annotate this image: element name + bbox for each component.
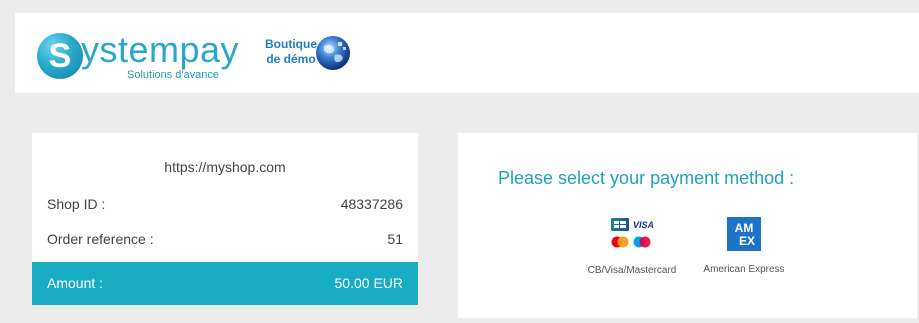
payment-method-panel: Please select your payment method : VISA bbox=[458, 133, 917, 318]
svg-text:EX: EX bbox=[739, 234, 755, 248]
systempay-logo: S ystempay Solutions d'avance bbox=[37, 27, 257, 83]
american-express-option[interactable]: AM EX American Express bbox=[696, 216, 792, 275]
logo-wordmark: ystempay bbox=[81, 29, 240, 70]
order-reference-label: Order reference : bbox=[47, 231, 154, 247]
cb-visa-mastercard-label: CB/Visa/Mastercard bbox=[587, 265, 677, 276]
amount-bar: Amount : 50.00 EUR bbox=[32, 262, 418, 305]
svg-text:VISA: VISA bbox=[633, 220, 654, 230]
cb-visa-mastercard-option[interactable]: VISA CB/Visa/Mastercard bbox=[580, 216, 684, 276]
svg-text:AM: AM bbox=[735, 221, 754, 235]
payment-method-title: Please select your payment method : bbox=[498, 168, 795, 188]
amount-label: Amount : bbox=[47, 275, 104, 291]
header: S ystempay Solutions d'avance Boutique d… bbox=[15, 13, 919, 93]
logo-tagline: Solutions d'avance bbox=[127, 69, 219, 81]
globe-icon bbox=[316, 36, 350, 70]
order-summary-panel: https://myshop.com Shop ID : 48337286 Or… bbox=[32, 133, 418, 305]
shop-badge-line1: Boutique bbox=[265, 37, 317, 51]
shop-badge: Boutique de démo bbox=[261, 37, 321, 67]
shop-id-row: Shop ID : 48337286 bbox=[47, 196, 403, 216]
american-express-label: American Express bbox=[703, 264, 785, 275]
logo-circle: S bbox=[37, 33, 83, 79]
order-reference-value: 51 bbox=[387, 231, 403, 247]
cb-visa-mastercard-icon: VISA bbox=[611, 218, 654, 248]
amex-icon: AM EX bbox=[727, 217, 761, 251]
shop-url: https://myshop.com bbox=[164, 159, 286, 175]
shop-badge-line2: de démo bbox=[266, 52, 316, 66]
shop-id-value: 48337286 bbox=[340, 196, 403, 212]
shop-id-label: Shop ID : bbox=[47, 196, 106, 212]
order-reference-row: Order reference : 51 bbox=[47, 231, 403, 251]
amount-value: 50.00 EUR bbox=[334, 275, 403, 291]
